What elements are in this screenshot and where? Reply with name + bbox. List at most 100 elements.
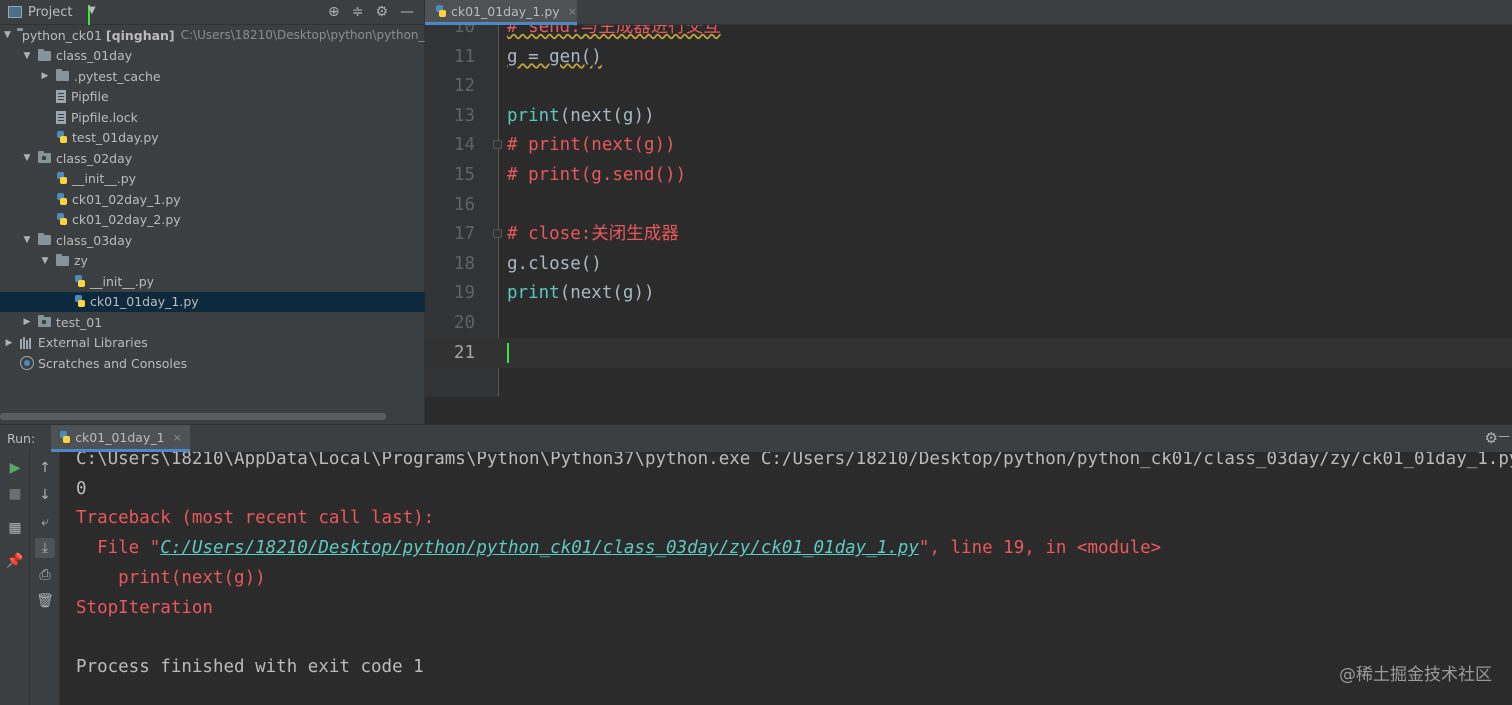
run-panel: Run: ck01_01day_1 × ⚙ — ▶ ■ ▦ 📌 ↑ ↓ ⤶ ⤓ … <box>0 424 1512 705</box>
chevron-down-icon[interactable]: ▼ <box>88 5 96 25</box>
folder-icon <box>38 233 51 245</box>
editor-tab-bar: ck01_01day_1.py × <box>425 0 1512 25</box>
project-title[interactable]: Project <box>28 5 72 20</box>
package-folder-icon <box>38 315 51 327</box>
run-tab[interactable]: ck01_01day_1 × <box>51 425 190 452</box>
python-file-icon <box>59 430 71 444</box>
close-icon[interactable]: × <box>568 5 577 18</box>
tree-item-test-01day[interactable]: test_01day.py <box>0 128 425 148</box>
tree-item-class-03day[interactable]: ▼ class_03day <box>0 230 425 250</box>
pin-icon[interactable]: 📌 <box>5 551 25 571</box>
folder-icon <box>38 48 51 61</box>
chevron-down-icon[interactable]: ▼ <box>22 153 32 163</box>
chevron-down-icon[interactable]: ▼ <box>4 30 11 40</box>
tree-item-init-02day[interactable]: __init__.py <box>0 169 425 189</box>
tree-item-class-01day[interactable]: ▼ class_01day <box>0 46 425 66</box>
code-line[interactable]: 13 print(next(g)) <box>425 101 1512 131</box>
locate-icon[interactable]: ⊕ <box>328 4 340 20</box>
print-icon[interactable]: ⎙ <box>35 565 55 585</box>
run-header: Run: ck01_01day_1 × ⚙ — <box>0 425 1512 452</box>
chevron-right-icon[interactable]: ▶ <box>22 317 32 327</box>
folder-icon <box>56 253 69 266</box>
stop-icon[interactable]: ■ <box>5 484 25 504</box>
tree-item-init-zy[interactable]: __init__.py <box>0 271 425 291</box>
chevron-right-icon[interactable]: ▶ <box>4 338 14 348</box>
console-command-line: C:\Users\18210\AppData\Local\Programs\Py… <box>76 452 1512 469</box>
wrap-icon[interactable]: ⤶ <box>35 512 55 532</box>
python-file-icon <box>56 172 68 185</box>
watermark: @稀土掘金技术社区 <box>1339 665 1492 685</box>
chevron-down-icon[interactable]: ▼ <box>40 256 50 266</box>
gear-icon[interactable]: ⚙ <box>1485 429 1498 447</box>
chevron-down-icon[interactable]: ▼ <box>22 235 32 245</box>
console-output[interactable]: C:\Users\18210\AppData\Local\Programs\Py… <box>60 452 1512 705</box>
tree-item-external-libraries[interactable]: ▶ External Libraries <box>0 333 425 353</box>
text-caret <box>507 342 509 363</box>
project-icon <box>8 6 22 18</box>
editor-tab[interactable]: ck01_01day_1.py × <box>425 0 577 25</box>
close-icon[interactable]: × <box>173 431 182 444</box>
code-line[interactable]: 18 g.close() <box>425 249 1512 279</box>
python-file-icon <box>74 274 86 288</box>
console-value-line: 0 <box>76 478 87 499</box>
tree-item-scratches[interactable]: Scratches and Consoles <box>0 353 425 373</box>
tree-item-ck01-02day-2[interactable]: ck01_02day_2.py <box>0 210 425 230</box>
run-title: Run: <box>7 431 36 446</box>
project-panel: Project ▼ ⊕ ≑ ⚙ — ▼ python_ck01 [qinghan… <box>0 0 425 424</box>
scroll-end-icon[interactable]: ⤓ <box>35 538 55 558</box>
package-folder-icon <box>38 151 51 163</box>
tree-item-class-02day[interactable]: ▼ class_02day <box>0 148 425 168</box>
code-line[interactable]: 12 <box>425 71 1512 101</box>
tree-item-zy[interactable]: ▼ zy <box>0 251 425 271</box>
console-exit-line: Process finished with exit code 1 <box>76 656 424 677</box>
tree-item-test-01[interactable]: ▶ test_01 <box>0 312 425 332</box>
chevron-down-icon[interactable]: ▼ <box>22 51 32 61</box>
minimize-icon[interactable]: — <box>1498 429 1510 443</box>
tree-item-python-ck01[interactable]: ▼ python_ck01 [qinghan] C:\Users\18210\D… <box>0 25 425 45</box>
fold-marker-icon[interactable] <box>493 229 502 239</box>
code-line[interactable]: 19 print(next(g)) <box>425 278 1512 308</box>
up-arrow-icon[interactable]: ↑ <box>35 458 55 478</box>
python-file-icon <box>56 192 68 206</box>
code-line[interactable]: 20 <box>425 308 1512 338</box>
console-code-line: print(next(g)) <box>76 567 266 588</box>
tree-item-pipfile-lock[interactable]: Pipfile.lock <box>0 107 425 127</box>
console-error-line: StopIteration <box>76 597 213 618</box>
horizontal-scrollbar[interactable] <box>0 413 386 420</box>
scratches-icon <box>20 356 34 370</box>
code-editor[interactable]: 10 # send:与生成器进行交互 11 g = gen() 12 13 pr… <box>425 0 1512 424</box>
console-traceback-line: Traceback (most recent call last): <box>76 508 435 529</box>
folder-icon <box>56 69 69 81</box>
library-icon <box>20 336 34 349</box>
code-line[interactable]: 17 # close:关闭生成器 <box>425 219 1512 249</box>
run-toolbar-primary: ▶ ■ ▦ 📌 <box>0 452 30 705</box>
play-icon[interactable]: ▶ <box>5 458 25 478</box>
code-line[interactable]: 15 # print(g.send()) <box>425 160 1512 190</box>
tree-item-pipfile[interactable]: Pipfile <box>0 87 425 107</box>
layout-icon[interactable]: ▦ <box>5 518 25 538</box>
python-file-icon <box>56 213 68 226</box>
current-code-line[interactable]: 21 <box>425 337 1512 368</box>
chevron-right-icon[interactable]: ▶ <box>40 71 50 81</box>
trash-icon[interactable]: 🗑 <box>35 591 55 611</box>
console-file-line: File "C:/Users/18210/Desktop/python/pyth… <box>76 538 1162 559</box>
project-header: Project ▼ ⊕ ≑ ⚙ — <box>0 0 424 25</box>
minimize-icon[interactable]: — <box>400 4 414 20</box>
down-arrow-icon[interactable]: ↓ <box>35 485 55 505</box>
code-line[interactable]: 16 <box>425 190 1512 220</box>
python-file-icon <box>56 131 68 144</box>
tree-item-ck01-01day-1[interactable]: ck01_01day_1.py <box>0 291 425 312</box>
gear-icon[interactable]: ⚙ <box>375 4 388 20</box>
python-file-icon <box>74 295 86 308</box>
file-icon <box>56 110 66 124</box>
python-file-icon <box>435 4 447 18</box>
traceback-file-link[interactable]: C:/Users/18210/Desktop/python/python_ck0… <box>160 538 919 558</box>
tree-item-pytest-cache[interactable]: ▶ .pytest_cache <box>0 66 425 86</box>
code-line[interactable]: 11 g = gen() <box>425 42 1512 72</box>
collapse-icon[interactable]: ≑ <box>352 4 364 20</box>
run-toolbar-secondary: ↑ ↓ ⤶ ⤓ ⎙ 🗑 <box>30 452 60 705</box>
code-line[interactable]: 14 # print(next(g)) <box>425 130 1512 160</box>
fold-marker-icon[interactable] <box>493 140 502 150</box>
tree-item-ck01-02day-1[interactable]: ck01_02day_1.py <box>0 189 425 209</box>
file-icon <box>56 90 66 103</box>
